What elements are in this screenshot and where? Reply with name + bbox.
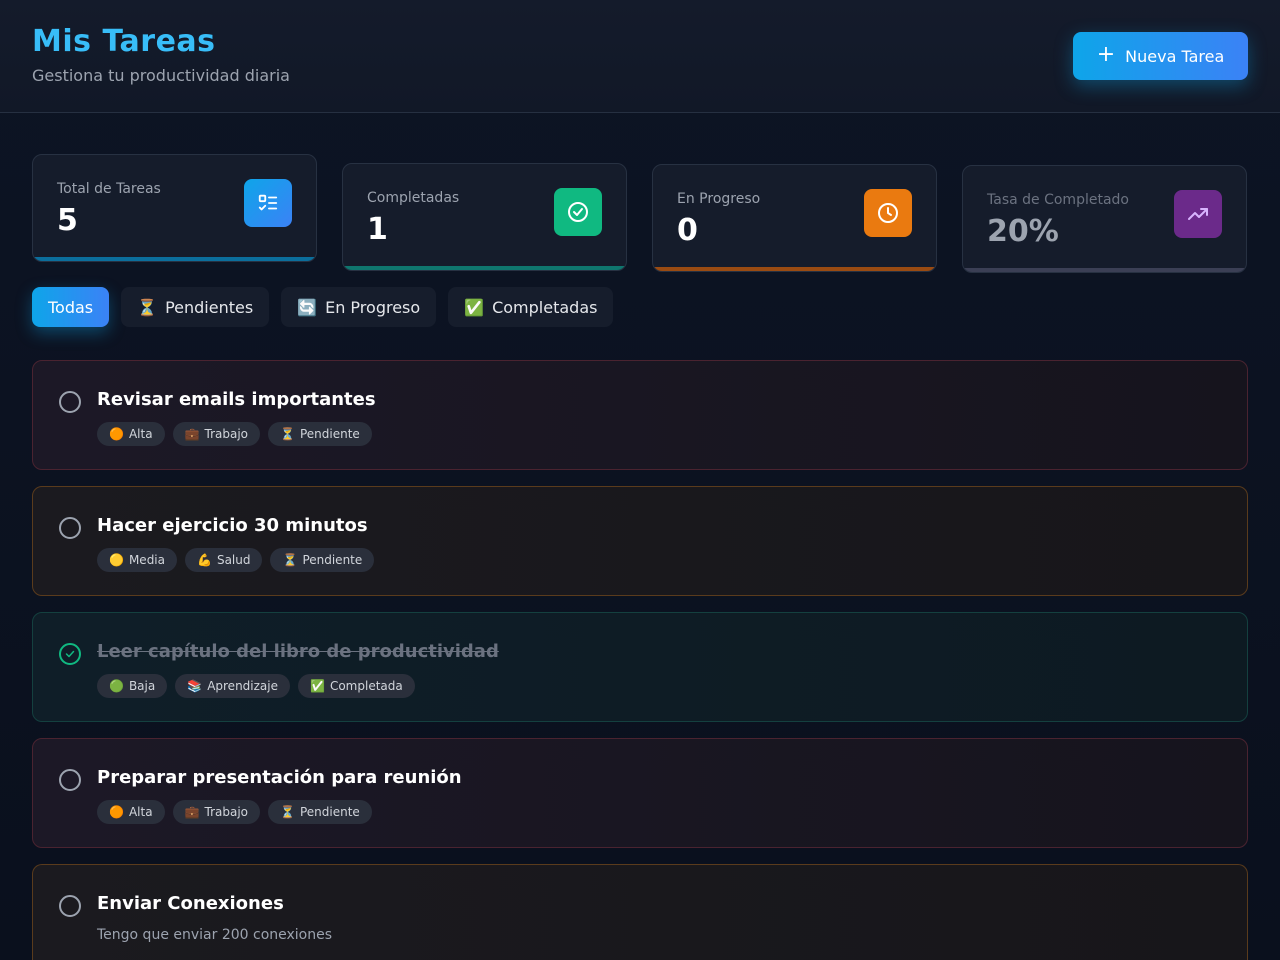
- hourglass-icon: ⏳: [282, 553, 298, 567]
- page-subtitle: Gestiona tu productividad diaria: [32, 66, 290, 85]
- stat-value: 5: [57, 203, 78, 238]
- clock-icon: [864, 189, 912, 237]
- filter-label: Completadas: [492, 297, 598, 317]
- filter-in-progress[interactable]: 🔄 En Progreso: [281, 287, 437, 327]
- status-tag: ⏳ Pendiente: [268, 800, 372, 824]
- task-tags: 🟢 Baja 📚 Aprendizaje ✅ Completada: [97, 674, 415, 698]
- priority-tag: 🟡 Media: [97, 548, 177, 572]
- tag-label: Baja: [128, 679, 156, 693]
- stat-accent-bar: [963, 268, 1246, 272]
- priority-tag: 🟠 Alta: [97, 800, 165, 824]
- tag-label: Media: [128, 553, 165, 567]
- tag-label: Trabajo: [204, 427, 249, 441]
- check-mark-icon: ✅: [464, 297, 485, 317]
- briefcase-icon: 💼: [184, 805, 200, 819]
- filter-label: Todas: [48, 297, 94, 317]
- new-task-label: Nueva Tarea: [1125, 46, 1225, 66]
- tag-label: Salud: [216, 553, 251, 567]
- check-mark-icon: ✅: [310, 679, 325, 693]
- tag-label: Pendiente: [299, 805, 360, 819]
- task-title: Revisar emails importantes: [97, 389, 376, 410]
- filter-completed[interactable]: ✅ Completadas: [448, 287, 614, 327]
- stat-value: 20%: [987, 214, 1059, 249]
- checklist-icon: [244, 179, 292, 227]
- page-title: Mis Tareas: [32, 24, 216, 59]
- tag-label: Alta: [128, 805, 153, 819]
- task-tags: 🟡 Media 💪 Salud ⏳ Pendiente: [97, 548, 375, 572]
- task-card[interactable]: Hacer ejercicio 30 minutos 🟡 Media 💪 Salud…: [32, 486, 1248, 596]
- stat-label: En Progreso: [677, 191, 761, 207]
- refresh-icon: 🔄: [297, 297, 318, 317]
- stat-card-total: Total de Tareas 5: [32, 154, 317, 262]
- stat-label: Total de Tareas: [57, 181, 161, 197]
- hourglass-icon: ⏳: [137, 297, 158, 317]
- task-checkbox[interactable]: [59, 769, 81, 791]
- check-circle-icon: [554, 188, 602, 236]
- task-tags: 🟠 Alta 💼 Trabajo ⏳ Pendiente: [97, 422, 372, 446]
- hourglass-icon: ⏳: [280, 427, 295, 441]
- stat-label: Completadas: [367, 190, 460, 206]
- task-description: Tengo que enviar 200 conexiones: [97, 927, 333, 943]
- task-title: Preparar presentación para reunión: [97, 767, 462, 788]
- task-title: Enviar Conexiones: [97, 893, 284, 914]
- tag-label: Completada: [329, 679, 403, 693]
- priority-dot-icon: 🟡: [109, 553, 124, 567]
- stat-value: 0: [677, 213, 698, 248]
- app-header: Mis Tareas Gestiona tu productividad dia…: [0, 0, 1280, 113]
- plus-icon: +: [1096, 42, 1116, 67]
- priority-dot-icon: 🟠: [109, 427, 124, 441]
- task-title: Leer capítulo del libro de productividad: [97, 641, 499, 662]
- books-icon: 📚: [187, 679, 203, 693]
- status-tag: ✅ Completada: [298, 674, 415, 698]
- filter-pending[interactable]: ⏳ Pendientes: [121, 287, 270, 327]
- task-checkbox[interactable]: [59, 391, 81, 413]
- trending-up-icon: [1174, 190, 1222, 238]
- priority-dot-icon: 🟢: [109, 679, 124, 693]
- category-tag: 💼 Trabajo: [172, 800, 261, 824]
- status-tag: ⏳ Pendiente: [270, 548, 375, 572]
- task-checkbox-checked[interactable]: [59, 643, 81, 665]
- task-card[interactable]: Preparar presentación para reunión 🟠 Alta…: [32, 738, 1248, 848]
- task-card[interactable]: Enviar Conexiones Tengo que enviar 200 c…: [32, 864, 1248, 960]
- filter-bar: Todas ⏳ Pendientes 🔄 En Progreso ✅ Compl…: [32, 287, 614, 327]
- stat-accent-bar: [33, 257, 316, 261]
- new-task-button[interactable]: + Nueva Tarea: [1073, 32, 1248, 80]
- filter-label: En Progreso: [325, 297, 421, 317]
- page: Mis Tareas Gestiona tu productividad dia…: [0, 0, 1280, 960]
- category-tag: 💼 Trabajo: [172, 422, 261, 446]
- tag-label: Pendiente: [302, 553, 363, 567]
- status-tag: ⏳ Pendiente: [268, 422, 372, 446]
- stat-accent-bar: [343, 266, 626, 270]
- check-icon: [65, 650, 75, 658]
- stat-card-completion-rate: Tasa de Completado 20%: [962, 165, 1247, 273]
- briefcase-icon: 💼: [184, 427, 200, 441]
- task-tags: 🟠 Alta 💼 Trabajo ⏳ Pendiente: [97, 800, 372, 824]
- task-card[interactable]: Revisar emails importantes 🟠 Alta 💼 Trabaj…: [32, 360, 1248, 470]
- tag-label: Trabajo: [204, 805, 249, 819]
- tag-label: Pendiente: [299, 427, 360, 441]
- task-card[interactable]: Leer capítulo del libro de productividad…: [32, 612, 1248, 722]
- priority-tag: 🟠 Alta: [97, 422, 165, 446]
- category-tag: 📚 Aprendizaje: [175, 674, 290, 698]
- priority-tag: 🟢 Baja: [97, 674, 168, 698]
- tag-label: Aprendizaje: [207, 679, 278, 693]
- stat-label: Tasa de Completado: [987, 192, 1129, 208]
- stat-card-completed: Completadas 1: [342, 163, 627, 271]
- tag-label: Alta: [128, 427, 153, 441]
- stat-accent-bar: [653, 267, 936, 271]
- stat-value: 1: [367, 212, 388, 247]
- task-title: Hacer ejercicio 30 minutos: [97, 515, 368, 536]
- hourglass-icon: ⏳: [280, 805, 295, 819]
- category-tag: 💪 Salud: [185, 548, 263, 572]
- stat-card-in-progress: En Progreso 0: [652, 164, 937, 272]
- task-checkbox[interactable]: [59, 517, 81, 539]
- filter-all[interactable]: Todas: [32, 287, 110, 327]
- filter-label: Pendientes: [165, 297, 254, 317]
- task-checkbox[interactable]: [59, 895, 81, 917]
- priority-dot-icon: 🟠: [109, 805, 124, 819]
- flexed-biceps-icon: 💪: [197, 553, 212, 567]
